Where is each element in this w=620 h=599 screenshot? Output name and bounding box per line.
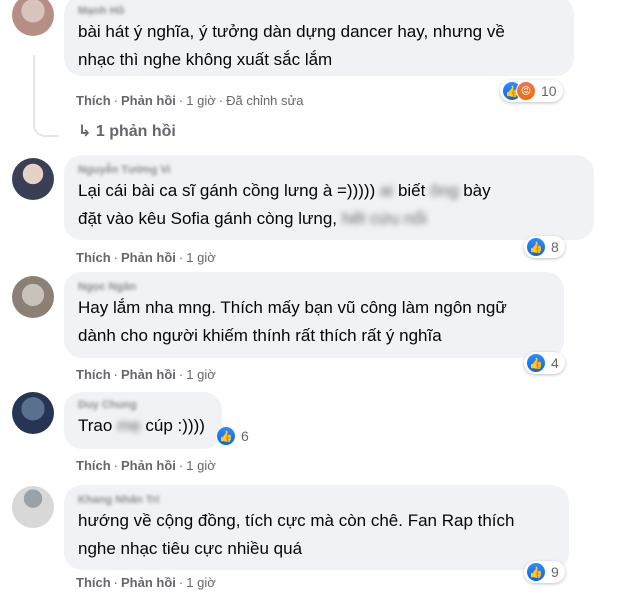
comment-text-line: đặt vào kêu Sofia gánh còng lưng, hết cứ… xyxy=(78,205,580,233)
reaction-summary[interactable]: 👍 6 xyxy=(214,425,255,447)
avatar[interactable] xyxy=(12,486,54,528)
censored-text: ông xyxy=(430,181,459,200)
avatar[interactable] xyxy=(12,158,54,200)
like-icon: 👍 xyxy=(526,353,546,373)
avatar[interactable] xyxy=(12,276,54,318)
reaction-count: 4 xyxy=(551,355,559,371)
censored-text: mẹ xyxy=(117,416,141,435)
comment-bubble: Ngọc Ngân Hay lắm nha mng. Thích mấy bạn… xyxy=(64,272,564,358)
reply-button[interactable]: Phản hồi xyxy=(121,367,176,382)
comment-author[interactable]: Mạnh Hồ xyxy=(78,4,560,18)
like-icon: 👍 xyxy=(526,237,546,257)
reply-button[interactable]: Phản hồi xyxy=(121,575,176,590)
avatar[interactable] xyxy=(12,392,54,434)
text-segment: Trao xyxy=(78,416,113,435)
edited-label: Đã chỉnh sửa xyxy=(226,93,304,108)
reply-button[interactable]: Phản hồi xyxy=(121,250,176,265)
comment-text-line: bài hát ý nghĩa, ý tưởng dàn dựng dancer… xyxy=(78,22,505,41)
text-segment: đặt vào kêu Sofia gánh còng lưng, xyxy=(78,209,338,228)
comment-bubble: Nguyễn Tường Vi Lại cái bài ca sĩ gánh c… xyxy=(64,155,594,240)
reaction-count: 8 xyxy=(551,239,559,255)
text-segment: cúp :)))) xyxy=(145,416,205,435)
comment-time[interactable]: 1 giờ xyxy=(186,575,216,590)
thread-connector xyxy=(33,55,59,137)
avatar[interactable] xyxy=(12,0,54,36)
comment-author[interactable]: Khang Nhân Trí xyxy=(78,493,555,507)
like-button[interactable]: Thích xyxy=(76,250,111,265)
comment-author[interactable]: Duy Chung xyxy=(78,398,208,412)
comment-actions: Thích · Phản hồi · 1 giờ xyxy=(76,367,216,382)
reaction-count: 9 xyxy=(551,564,559,580)
censored-text: ai xyxy=(379,181,394,200)
comment-actions: Thích · Phản hồi · 1 giờ · Đã chỉnh sửa xyxy=(76,93,304,108)
comment-text-line: Hay lắm nha mng. Thích mấy bạn vũ công l… xyxy=(78,298,507,317)
comment-text-line: nhạc thì nghe không xuất sắc lắm xyxy=(78,50,333,69)
censored-text: hết cứu nổi xyxy=(341,209,427,228)
reaction-summary[interactable]: 👍 8 xyxy=(524,236,565,258)
like-button[interactable]: Thích xyxy=(76,93,111,108)
comment-author[interactable]: Nguyễn Tường Vi xyxy=(78,163,580,177)
text-segment: bày xyxy=(463,181,491,200)
comment-text: bài hát ý nghĩa, ý tưởng dàn dựng dancer… xyxy=(78,18,560,74)
comment-actions: Thích · Phản hồi · 1 giờ xyxy=(76,458,216,473)
reaction-count: 6 xyxy=(241,428,249,444)
comment-bubble: Khang Nhân Trí hướng về cộng đồng, tích … xyxy=(64,485,569,570)
reaction-summary[interactable]: 👍 9 xyxy=(524,561,565,583)
comment-time[interactable]: 1 giờ xyxy=(186,93,216,108)
comment-text: Trao mẹ cúp :)))) xyxy=(78,412,208,440)
text-segment: biết xyxy=(397,181,426,200)
comment-time[interactable]: 1 giờ xyxy=(186,250,216,265)
comment-actions: Thích · Phản hồi · 1 giờ xyxy=(76,250,216,265)
replies-label: 1 phản hồi xyxy=(95,123,176,140)
reaction-count: 10 xyxy=(541,83,557,99)
comment-text-line: dành cho người khiếm thính rất thích rất… xyxy=(78,326,442,345)
comment-text-line: Lại cái bài ca sĩ gánh cồng lưng à =))))… xyxy=(78,177,580,205)
comment-time[interactable]: 1 giờ xyxy=(186,367,216,382)
view-replies-button[interactable]: ↳ 1 phản hồi xyxy=(78,121,176,141)
reaction-summary[interactable]: 👍 😡 10 xyxy=(500,80,563,102)
comment-time[interactable]: 1 giờ xyxy=(186,458,216,473)
like-button[interactable]: Thích xyxy=(76,367,111,382)
like-button[interactable]: Thích xyxy=(76,458,111,473)
comment-text-line: nghe nhạc tiêu cực nhiều quá xyxy=(78,539,303,558)
comment-text: Hay lắm nha mng. Thích mấy bạn vũ công l… xyxy=(78,294,550,350)
like-icon: 👍 xyxy=(216,426,236,446)
comment-bubble: Mạnh Hồ bài hát ý nghĩa, ý tưởng dàn dựn… xyxy=(64,0,574,76)
comment-author[interactable]: Ngọc Ngân xyxy=(78,280,550,294)
reply-arrow-icon: ↳ xyxy=(78,123,92,140)
reaction-summary[interactable]: 👍 4 xyxy=(524,352,565,374)
comment-text: Lại cái bài ca sĩ gánh cồng lưng à =))))… xyxy=(78,177,580,233)
comment-text: hướng về cộng đồng, tích cực mà còn chê.… xyxy=(78,507,555,563)
angry-icon: 😡 xyxy=(516,81,536,101)
reply-button[interactable]: Phản hồi xyxy=(121,93,176,108)
text-segment: Lại cái bài ca sĩ gánh cồng lưng à =))))… xyxy=(78,181,376,200)
reply-button[interactable]: Phản hồi xyxy=(121,458,176,473)
comment-text-line: hướng về cộng đồng, tích cực mà còn chê.… xyxy=(78,511,515,530)
like-button[interactable]: Thích xyxy=(76,575,111,590)
comment-actions: Thích · Phản hồi · 1 giờ xyxy=(76,575,216,590)
like-icon: 👍 xyxy=(526,562,546,582)
comment-bubble: Duy Chung Trao mẹ cúp :)))) xyxy=(64,392,222,449)
